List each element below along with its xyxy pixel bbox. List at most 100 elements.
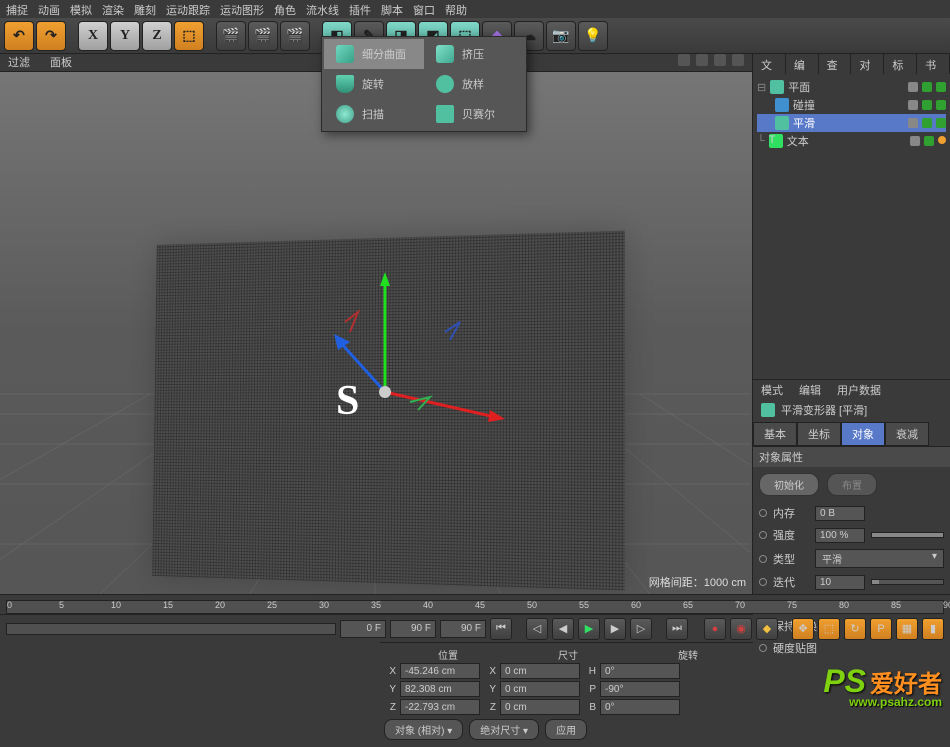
axis-y-button[interactable]: Y <box>110 21 140 51</box>
menu-item[interactable]: 运动跟踪 <box>166 2 210 16</box>
vp-nav-icon[interactable] <box>714 54 726 66</box>
tab-view[interactable]: 查看 <box>819 54 852 74</box>
tree-row[interactable]: 平滑 <box>757 114 946 132</box>
pos-y-input[interactable]: 82.308 cm <box>400 681 480 697</box>
camera-button[interactable]: 📷 <box>546 21 576 51</box>
vp-nav-icon[interactable] <box>732 54 744 66</box>
timeline-track[interactable]: 051015202530354045505560657075808590 <box>6 600 944 614</box>
pos-x-input[interactable]: -45.246 cm <box>400 663 480 679</box>
coord-system-button[interactable]: ⬚ <box>174 21 204 51</box>
prev-frame-button[interactable]: ◀ <box>552 618 574 640</box>
loft-icon <box>436 75 454 93</box>
iter-slider[interactable] <box>871 579 944 585</box>
opt-param-button[interactable]: P <box>870 618 892 640</box>
vp-tab-panel[interactable]: 面板 <box>50 54 72 71</box>
tree-row[interactable]: ⊟ 平面 <box>757 78 946 96</box>
reset-button[interactable]: 布置 <box>827 473 877 496</box>
axis-z-button[interactable]: Z <box>142 21 172 51</box>
keyframe-button[interactable]: ◆ <box>756 618 778 640</box>
size-x-input[interactable]: 0 cm <box>500 663 580 679</box>
menu-item[interactable]: 捕捉 <box>6 2 28 16</box>
vp-tab-filter[interactable]: 过滤 <box>8 54 30 71</box>
menu-item[interactable]: 模拟 <box>70 2 92 16</box>
opt-move-button[interactable]: ✥ <box>792 618 814 640</box>
tab-tags[interactable]: 标签 <box>884 54 917 74</box>
subtab-object[interactable]: 对象 <box>841 422 885 446</box>
tree-row[interactable]: 碰撞 <box>757 96 946 114</box>
goto-start-button[interactable]: ⏮ <box>490 618 512 640</box>
popup-bezier[interactable]: 贝赛尔 <box>424 99 524 129</box>
render-view-button[interactable]: 🎬 <box>216 21 246 51</box>
apply-button[interactable]: 应用 <box>545 719 587 740</box>
subtab-coord[interactable]: 坐标 <box>797 422 841 446</box>
opt-extra-button[interactable]: ▮ <box>922 618 944 640</box>
hdr-position: 位置 <box>388 647 508 662</box>
tree-row[interactable]: └T 文本 <box>757 132 946 150</box>
goto-end-button[interactable]: ⏭ <box>666 618 688 640</box>
light-button[interactable]: 💡 <box>578 21 608 51</box>
next-key-button[interactable]: ▷ <box>630 618 652 640</box>
menu-item[interactable]: 脚本 <box>381 2 403 16</box>
opt-pla-button[interactable]: ▦ <box>896 618 918 640</box>
tab-file[interactable]: 文件 <box>753 54 786 74</box>
undo-button[interactable]: ↶ <box>4 21 34 51</box>
next-frame-button[interactable]: ▶ <box>604 618 626 640</box>
plane-object[interactable] <box>152 231 625 591</box>
tab-bookmark[interactable]: 书签 <box>917 54 950 74</box>
opt-rotate-button[interactable]: ↻ <box>844 618 866 640</box>
popup-subdiv[interactable]: 细分曲面 <box>324 39 424 69</box>
popup-extrude[interactable]: 挤压 <box>424 39 524 69</box>
record-button[interactable]: ● <box>704 618 726 640</box>
render-settings-button[interactable]: 🎬 <box>280 21 310 51</box>
subtab-falloff[interactable]: 衰减 <box>885 422 929 446</box>
prev-key-button[interactable]: ◁ <box>526 618 548 640</box>
tab-object[interactable]: 对象 <box>851 54 884 74</box>
axis-x-button[interactable]: X <box>78 21 108 51</box>
type-dropdown[interactable]: 平滑▾ <box>815 549 944 568</box>
frame-total[interactable]: 90 F <box>440 620 486 638</box>
coord-mode-dropdown[interactable]: 对象 (相对) ▾ <box>384 719 463 740</box>
rot-h-input[interactable]: 0° <box>600 663 680 679</box>
attr-tab-edit[interactable]: 编辑 <box>791 380 829 398</box>
menu-item[interactable]: 动画 <box>38 2 60 16</box>
play-button[interactable]: ▶ <box>578 618 600 640</box>
redo-button[interactable]: ↷ <box>36 21 66 51</box>
size-z-input[interactable]: 0 cm <box>500 699 580 715</box>
opt-scale-button[interactable]: ⬚ <box>818 618 840 640</box>
vp-nav-icon[interactable] <box>678 54 690 66</box>
init-button[interactable]: 初始化 <box>759 473 819 496</box>
pos-z-input[interactable]: -22.793 cm <box>400 699 480 715</box>
strength-slider[interactable] <box>871 532 944 538</box>
attr-tab-userdata[interactable]: 用户数据 <box>829 380 889 398</box>
subtab-basic[interactable]: 基本 <box>753 422 797 446</box>
autokey-button[interactable]: ◉ <box>730 618 752 640</box>
vp-nav-icon[interactable] <box>696 54 708 66</box>
size-mode-dropdown[interactable]: 绝对尺寸 ▾ <box>469 719 539 740</box>
menu-item[interactable]: 窗口 <box>413 2 435 16</box>
rot-b-input[interactable]: 0° <box>600 699 680 715</box>
attr-tab-mode[interactable]: 模式 <box>753 380 791 398</box>
frame-end[interactable]: 90 F <box>390 620 436 638</box>
iter-input[interactable]: 10 <box>815 575 865 590</box>
popup-lathe[interactable]: 旋转 <box>324 69 424 99</box>
timeline[interactable]: 051015202530354045505560657075808590 <box>0 594 950 614</box>
size-y-input[interactable]: 0 cm <box>500 681 580 697</box>
range-slider[interactable] <box>6 623 336 635</box>
menu-item[interactable]: 帮助 <box>445 2 467 16</box>
render-region-button[interactable]: 🎬 <box>248 21 278 51</box>
menu-item[interactable]: 运动图形 <box>220 2 264 16</box>
rot-p-input[interactable]: -90° <box>600 681 680 697</box>
tab-edit[interactable]: 编辑 <box>786 54 819 74</box>
frame-current[interactable]: 0 F <box>340 620 386 638</box>
viewport-3d[interactable]: S 网格间距：1000 cm <box>0 72 752 594</box>
menu-item[interactable]: 雕刻 <box>134 2 156 16</box>
menu-item[interactable]: 渲染 <box>102 2 124 16</box>
popup-sweep[interactable]: 扫描 <box>324 99 424 129</box>
generator-popup[interactable]: 细分曲面 挤压 旋转 放样 扫描 贝赛尔 <box>321 36 527 132</box>
popup-loft[interactable]: 放样 <box>424 69 524 99</box>
menu-item[interactable]: 插件 <box>349 2 371 16</box>
strength-input[interactable]: 100 % <box>815 528 865 543</box>
menu-item[interactable]: 流水线 <box>306 2 339 16</box>
menu-item[interactable]: 角色 <box>274 2 296 16</box>
object-tree[interactable]: ⊟ 平面 碰撞 平滑 └T 文本 <box>753 74 950 379</box>
